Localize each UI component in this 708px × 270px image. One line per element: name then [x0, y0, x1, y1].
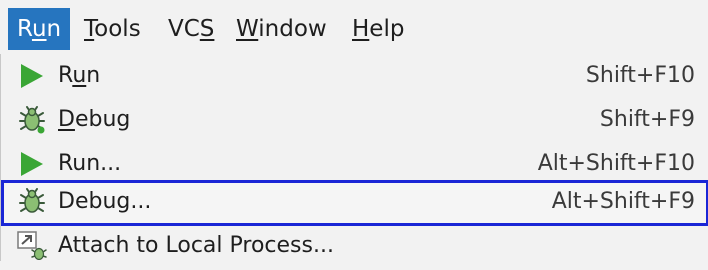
- menu-item-label: Debug: [58, 107, 131, 132]
- menu-item-attach-to-local-process[interactable]: Attach to Local Process...: [1, 226, 708, 261]
- menu-item-label: Debug...: [58, 189, 152, 214]
- run-icon: [15, 61, 49, 91]
- run-icon: [15, 149, 49, 179]
- menu-item-label: Attach to Local Process...: [58, 233, 334, 258]
- debug-icon: [15, 105, 49, 135]
- menu-tools[interactable]: Tools: [75, 8, 150, 50]
- menu-window[interactable]: Window: [227, 8, 336, 50]
- menu-vcs[interactable]: VCS: [159, 8, 223, 50]
- debug-icon: [15, 187, 49, 217]
- menu-item-debug-configuration[interactable]: Debug... Alt+Shift+F9: [1, 180, 708, 226]
- menu-item-debug[interactable]: Debug Shift+F9: [1, 98, 708, 142]
- menu-run[interactable]: Run: [8, 8, 71, 50]
- menu-item-shortcut: Shift+F10: [585, 63, 695, 88]
- menu-item-run[interactable]: Run Shift+F10: [1, 54, 708, 98]
- attach-process-icon: [15, 230, 49, 261]
- menu-bar: Run Tools VCS Window Help: [0, 0, 708, 54]
- run-dropdown-menu: Run Shift+F10 Debug Shift+F9 Run... Alt+…: [0, 54, 708, 261]
- menu-item-shortcut: Alt+Shift+F9: [551, 189, 695, 214]
- menu-item-shortcut: Shift+F9: [599, 107, 695, 132]
- menu-item-label: Run: [58, 63, 101, 88]
- menu-help[interactable]: Help: [343, 8, 413, 50]
